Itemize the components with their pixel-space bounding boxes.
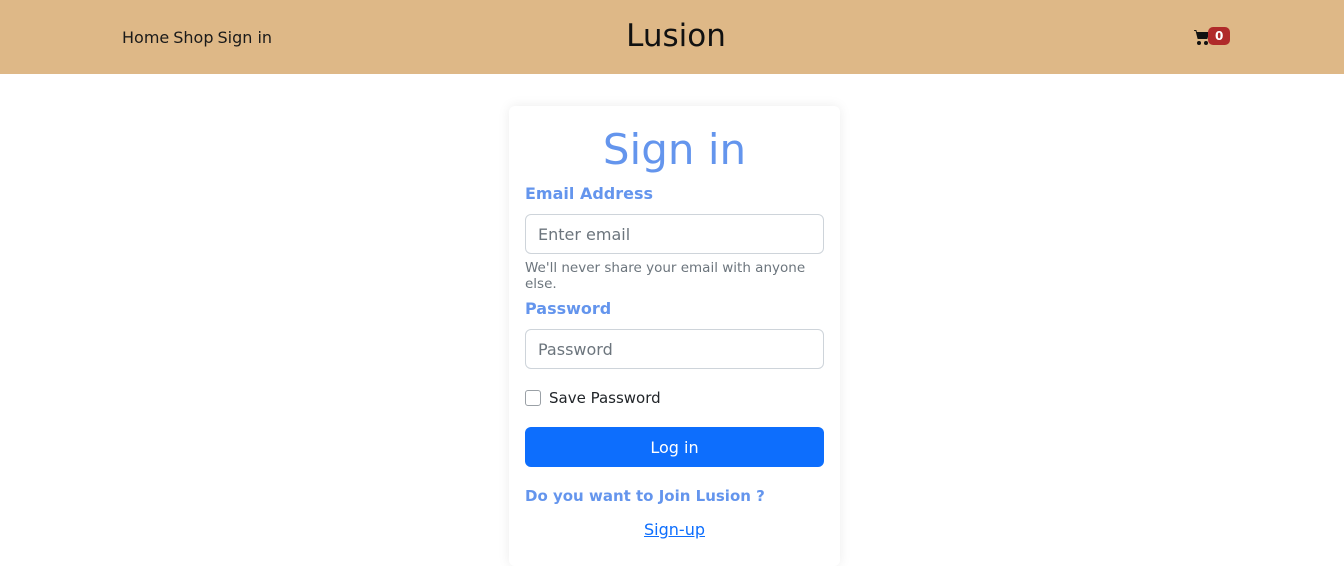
- brand-logo[interactable]: Lusion: [0, 18, 1344, 54]
- email-help-text: We'll never share your email with anyone…: [525, 260, 806, 292]
- navbar: Home Shop Sign in Lusion 0: [0, 0, 1344, 74]
- password-label: Password: [525, 299, 612, 318]
- cart-count-badge: 0: [1208, 27, 1231, 45]
- sign-in-card: Sign in Email Address We'll never share …: [509, 106, 840, 566]
- save-password-checkbox[interactable]: [525, 390, 541, 406]
- save-password-row: Save Password: [525, 389, 661, 407]
- cart-button[interactable]: 0: [1194, 27, 1231, 46]
- login-button[interactable]: Log in: [525, 427, 824, 467]
- brand-text: Lusion: [626, 18, 726, 54]
- email-label: Email Address: [525, 184, 654, 203]
- password-field[interactable]: [525, 329, 824, 369]
- sign-in-title: Sign in: [602, 125, 747, 174]
- email-field[interactable]: [525, 214, 824, 254]
- signup-link[interactable]: Sign-up: [509, 520, 840, 539]
- join-prompt: Do you want to Join Lusion ?: [525, 487, 765, 505]
- save-password-label[interactable]: Save Password: [549, 389, 661, 407]
